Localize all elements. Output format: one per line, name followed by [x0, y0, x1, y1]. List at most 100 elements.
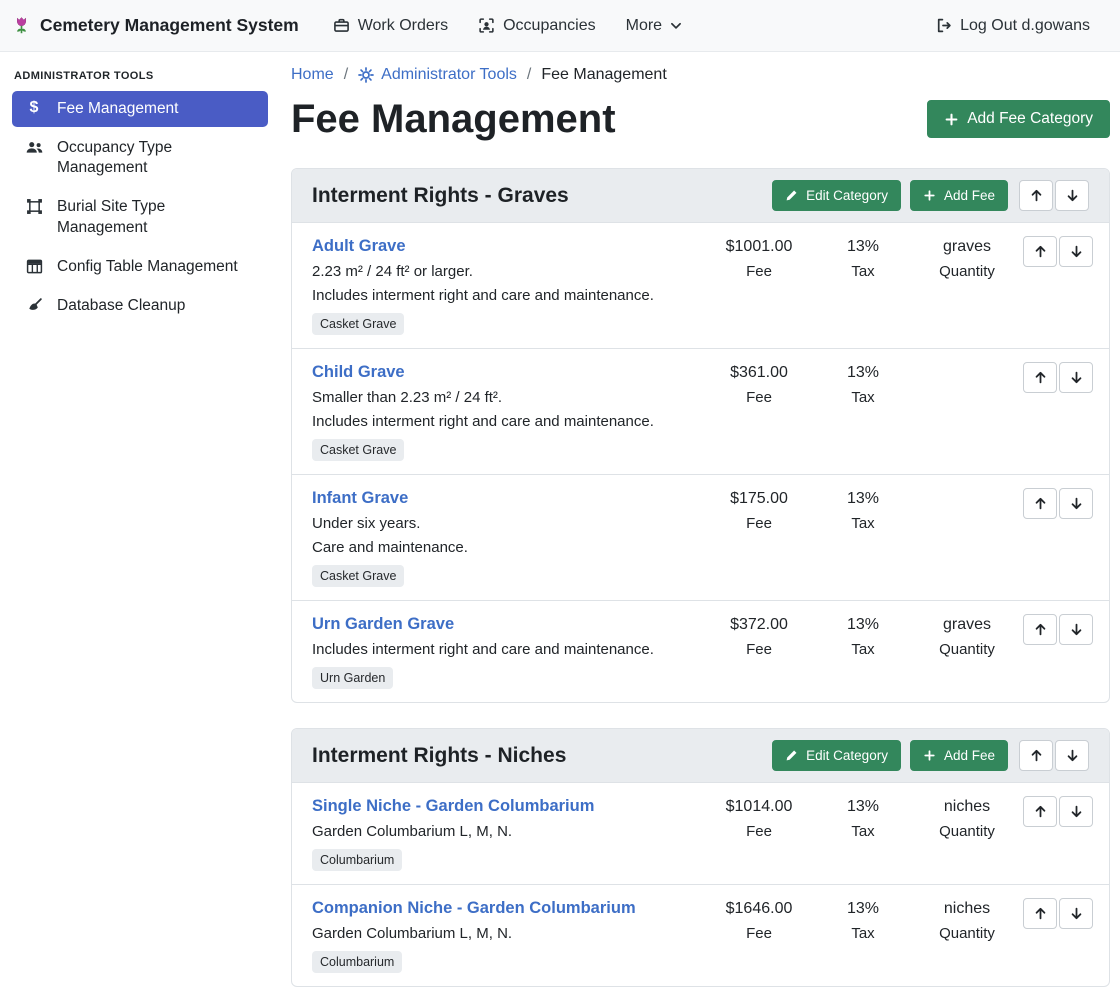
add-fee-button[interactable]: Add Fee: [910, 180, 1008, 211]
fee-category-header: Interment Rights - Niches Edit Category …: [292, 729, 1109, 783]
fee-category-card: Interment Rights - Niches Edit Category …: [291, 728, 1110, 987]
fee-tax-col: 13% Tax: [811, 613, 915, 689]
fee-amount: $1014.00: [707, 798, 811, 816]
fee-row: Urn Garden Grave Includes interment righ…: [292, 600, 1109, 702]
edit-category-button[interactable]: Edit Category: [772, 180, 901, 211]
sidebar-item-occupancy-type[interactable]: Occupancy Type Management: [12, 130, 268, 186]
fee-row: Child Grave Smaller than 2.23 m² / 24 ft…: [292, 348, 1109, 474]
arrow-down-icon: [1069, 804, 1084, 819]
fee-name-link[interactable]: Adult Grave: [312, 237, 406, 256]
sidebar-item-label: Occupancy Type Management: [57, 138, 248, 178]
nav-work-orders[interactable]: Work Orders: [321, 9, 460, 43]
fee-row: Adult Grave 2.23 m² / 24 ft² or larger. …: [292, 223, 1109, 348]
fee-category-card: Interment Rights - Graves Edit Category …: [291, 168, 1110, 703]
sidebar-item-label: Burial Site Type Management: [57, 197, 248, 237]
sidebar-item-config-table[interactable]: Config Table Management: [12, 249, 268, 285]
fee-description-2: Includes interment right and care and ma…: [312, 641, 699, 658]
broom-icon: [24, 297, 44, 314]
move-fee-down-button[interactable]: [1059, 362, 1093, 393]
fee-info: Adult Grave 2.23 m² / 24 ft² or larger. …: [312, 235, 707, 335]
fee-name-link[interactable]: Companion Niche - Garden Columbarium: [312, 899, 636, 918]
fee-amount: $361.00: [707, 364, 811, 382]
arrow-down-icon: [1069, 496, 1084, 511]
edit-category-button[interactable]: Edit Category: [772, 740, 901, 771]
move-fee-down-button[interactable]: [1059, 898, 1093, 929]
fee-info: Single Niche - Garden Columbarium Garden…: [312, 795, 707, 871]
fee-quantity-label: Quantity: [915, 641, 1019, 658]
fee-reorder-controls: [1019, 613, 1093, 689]
fee-amount-label: Fee: [707, 823, 811, 840]
arrow-up-icon: [1033, 244, 1048, 259]
move-fee-up-button[interactable]: [1023, 796, 1057, 827]
fee-quantity-label: Quantity: [915, 263, 1019, 280]
nav-occupancies[interactable]: Occupancies: [466, 9, 608, 43]
move-fee-up-button[interactable]: [1023, 898, 1057, 929]
fee-amount-label: Fee: [707, 925, 811, 942]
edit-category-label: Edit Category: [806, 188, 888, 203]
move-fee-up-button[interactable]: [1023, 236, 1057, 267]
move-category-up-button[interactable]: [1019, 740, 1053, 771]
dollar-icon: $: [24, 100, 44, 116]
vector-square-icon: [24, 198, 44, 215]
fee-amount: $372.00: [707, 616, 811, 634]
brand-link[interactable]: Cemetery Management System: [12, 15, 299, 36]
move-fee-up-button[interactable]: [1023, 488, 1057, 519]
move-category-up-button[interactable]: [1019, 180, 1053, 211]
fee-tax: 13%: [811, 238, 915, 256]
fee-info: Child Grave Smaller than 2.23 m² / 24 ft…: [312, 361, 707, 461]
fee-row: Single Niche - Garden Columbarium Garden…: [292, 783, 1109, 884]
fee-description-1: Smaller than 2.23 m² / 24 ft².: [312, 389, 699, 406]
fee-amount: $175.00: [707, 490, 811, 508]
arrow-up-icon: [1029, 188, 1044, 203]
sidebar-item-label: Fee Management: [57, 99, 179, 119]
arrow-up-icon: [1033, 906, 1048, 921]
fee-name-link[interactable]: Urn Garden Grave: [312, 615, 454, 634]
move-fee-up-button[interactable]: [1023, 614, 1057, 645]
fee-name-link[interactable]: Infant Grave: [312, 489, 408, 508]
sidebar-item-fee-management[interactable]: $ Fee Management: [12, 91, 268, 127]
move-fee-up-button[interactable]: [1023, 362, 1057, 393]
category-list: Interment Rights - Graves Edit Category …: [291, 168, 1110, 987]
add-fee-button[interactable]: Add Fee: [910, 740, 1008, 771]
breadcrumb-admin-tools-link[interactable]: Administrator Tools: [358, 66, 517, 84]
fee-quantity-col: [915, 487, 1019, 587]
fee-tax-label: Tax: [811, 263, 915, 280]
nav-more-label: More: [626, 17, 662, 35]
fee-type-badge: Casket Grave: [312, 439, 404, 461]
chevron-down-icon: [670, 20, 682, 32]
sidebar-item-database-cleanup[interactable]: Database Cleanup: [12, 288, 268, 324]
logout-link[interactable]: Log Out d.gowans: [923, 9, 1102, 43]
move-fee-down-button[interactable]: [1059, 488, 1093, 519]
fee-quantity-col: [915, 361, 1019, 461]
fee-quantity-col: niches Quantity: [915, 795, 1019, 871]
breadcrumb-home-link[interactable]: Home: [291, 66, 334, 84]
fee-amount-label: Fee: [707, 515, 811, 532]
fee-reorder-controls: [1019, 487, 1093, 587]
person-frame-icon: [478, 17, 495, 34]
fee-amount-label: Fee: [707, 641, 811, 658]
move-fee-down-button[interactable]: [1059, 614, 1093, 645]
fee-name-link[interactable]: Single Niche - Garden Columbarium: [312, 797, 594, 816]
arrow-up-icon: [1033, 622, 1048, 637]
move-fee-down-button[interactable]: [1059, 796, 1093, 827]
fee-name-link[interactable]: Child Grave: [312, 363, 405, 382]
arrow-down-icon: [1065, 188, 1080, 203]
sidebar-heading: ADMINISTRATOR TOOLS: [0, 60, 280, 88]
sidebar-item-label: Config Table Management: [57, 257, 238, 277]
fee-quantity-label: Quantity: [915, 823, 1019, 840]
move-fee-down-button[interactable]: [1059, 236, 1093, 267]
move-category-down-button[interactable]: [1055, 180, 1089, 211]
fee-amount-col: $1014.00 Fee: [707, 795, 811, 871]
sidebar-item-burial-site-type[interactable]: Burial Site Type Management: [12, 189, 268, 245]
move-category-down-button[interactable]: [1055, 740, 1089, 771]
page-title: Fee Management: [291, 96, 616, 142]
fee-amount: $1001.00: [707, 238, 811, 256]
add-fee-category-button[interactable]: Add Fee Category: [927, 100, 1110, 138]
fee-tax: 13%: [811, 490, 915, 508]
nav-more[interactable]: More: [614, 9, 694, 43]
add-fee-category-label: Add Fee Category: [967, 110, 1093, 128]
logout-icon: [935, 17, 952, 34]
arrow-up-icon: [1033, 370, 1048, 385]
fee-tax-col: 13% Tax: [811, 235, 915, 335]
fee-reorder-controls: [1019, 897, 1093, 973]
